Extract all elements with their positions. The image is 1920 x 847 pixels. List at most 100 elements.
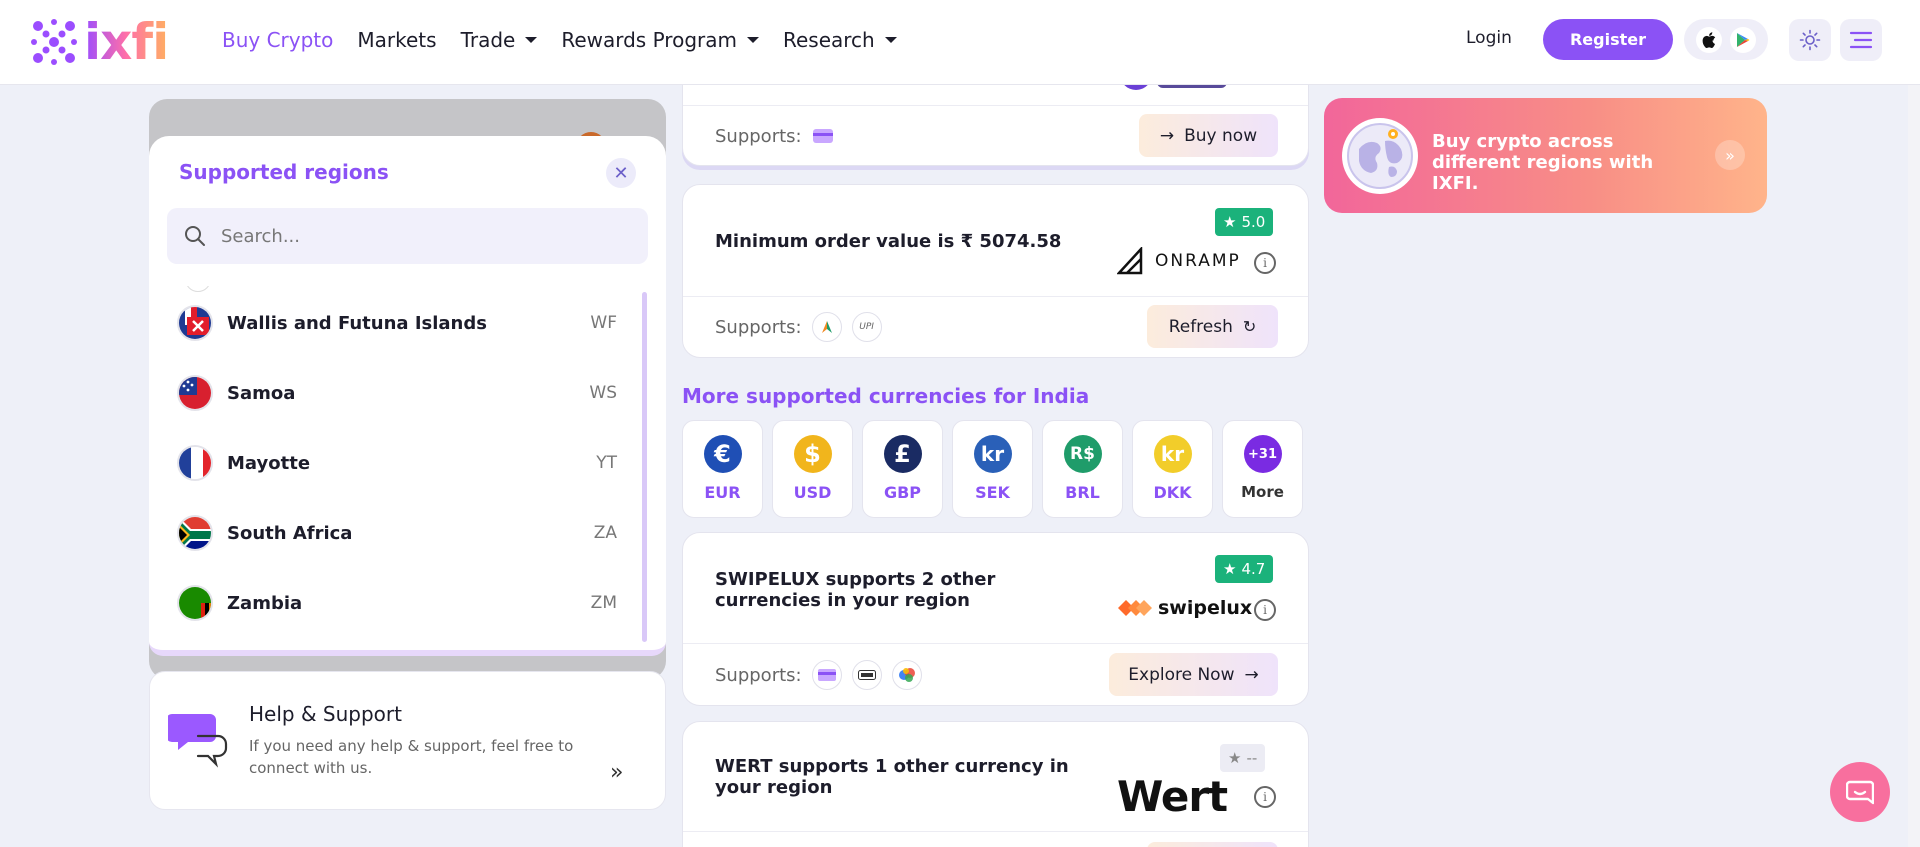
register-button[interactable]: Register — [1543, 19, 1673, 60]
menu-research[interactable]: Research — [783, 28, 897, 52]
upi-icon: UPI — [851, 312, 882, 342]
search-icon — [185, 226, 205, 246]
rating-value: 5.0 — [1241, 213, 1266, 231]
onramp-logo: ONRAMP — [1117, 247, 1241, 275]
flag-wf-icon — [177, 305, 213, 341]
info-icon[interactable]: i — [1254, 599, 1276, 621]
refresh-button[interactable]: Refresh ↻ — [1147, 305, 1278, 348]
region-item-mayotte[interactable]: Mayotte YT — [177, 438, 617, 488]
refresh-label: Refresh — [1168, 316, 1233, 337]
help-title: Help & Support — [249, 702, 402, 726]
currencies-title: More supported currencies for India — [682, 384, 1090, 408]
supports-label: Supports: — [715, 125, 802, 147]
currency-gbp[interactable]: £ GBP — [862, 420, 943, 518]
double-chevron-right-icon[interactable]: » — [610, 760, 623, 785]
menu-trade[interactable]: Trade — [461, 28, 538, 52]
currency-code: BRL — [1065, 483, 1100, 502]
ixfi-logo-icon — [31, 19, 77, 65]
region-code: YT — [596, 453, 617, 473]
swipelux-provider-card: SWIPELUX supports 2 other currencies in … — [682, 532, 1309, 706]
app-download-buttons — [1684, 19, 1768, 60]
regions-scrollbar[interactable] — [642, 292, 647, 642]
buy-now-button[interactable]: → Buy now — [1139, 114, 1278, 157]
currency-eur[interactable]: € EUR — [682, 420, 763, 518]
region-item-samoa[interactable]: Samoa WS — [177, 368, 617, 418]
menu-markets[interactable]: Markets — [357, 28, 436, 52]
currency-usd[interactable]: $ USD — [772, 420, 853, 518]
google-play-icon[interactable] — [1730, 26, 1756, 53]
apple-icon[interactable] — [1696, 26, 1722, 53]
onramp-logo-text: ONRAMP — [1155, 251, 1241, 271]
region-code: WF — [590, 313, 617, 333]
card-divider — [683, 831, 1308, 832]
menu-rewards-program[interactable]: Rewards Program — [561, 28, 759, 52]
supports-label: Supports: — [715, 664, 802, 686]
flag-zm-icon — [177, 585, 213, 621]
min-order-label: Minimum order value is ₹ — [715, 231, 980, 252]
supports-label: Supports: — [715, 316, 802, 338]
ixfi-logo[interactable]: ixfi — [28, 13, 169, 71]
card-divider — [683, 643, 1308, 644]
region-item-south-africa[interactable]: South Africa ZA — [177, 508, 617, 558]
currency-code: SEK — [975, 483, 1010, 502]
currency-more[interactable]: +31 More — [1222, 420, 1303, 518]
onramp-rating-badge: ★ 5.0 — [1215, 208, 1274, 236]
flag-yt-icon — [177, 445, 213, 481]
supports-row: Supports: — [715, 125, 834, 147]
wert-rating-badge: ★ -- — [1220, 744, 1266, 772]
close-regions-button[interactable]: ✕ — [606, 158, 636, 188]
currency-brl[interactable]: R$ BRL — [1042, 420, 1123, 518]
min-order-value: 5074.58 — [979, 231, 1062, 252]
swipelux-logo-text: swipelux — [1158, 597, 1253, 619]
supports-row: Supports: — [715, 660, 922, 690]
menu-label: Trade — [460, 28, 516, 52]
supports-row: Supports: UPI — [715, 312, 882, 342]
currency-code: USD — [793, 483, 832, 502]
explore-now-button[interactable]: Explore Now → — [1109, 653, 1278, 696]
support-chat-button[interactable] — [1830, 762, 1890, 822]
flag-partial — [185, 286, 211, 292]
page-scrollbar[interactable] — [1908, 85, 1920, 847]
more-label: More — [1241, 483, 1284, 501]
buy-crypto-regions-banner[interactable]: Buy crypto across different regions with… — [1324, 98, 1767, 213]
region-item-wallis-futuna[interactable]: Wallis and Futuna Islands WF — [177, 298, 617, 348]
chat-icon — [1846, 780, 1874, 805]
dollar-icon: $ — [793, 435, 832, 473]
menu-label: Rewards Program — [561, 28, 737, 52]
real-icon: R$ — [1063, 435, 1102, 473]
menu-label: Research — [782, 28, 875, 52]
help-support-card[interactable]: Help & Support If you need any help & su… — [149, 671, 666, 810]
region-name: Mayotte — [227, 452, 311, 474]
region-name: Zambia — [227, 592, 303, 614]
info-icon[interactable]: i — [1254, 252, 1276, 274]
regions-list: Wallis and Futuna Islands WF Samoa WS Ma… — [149, 286, 666, 640]
star-icon: ★ — [1223, 213, 1237, 231]
currency-code: GBP — [883, 483, 922, 502]
chevron-down-icon — [746, 37, 759, 43]
buy-now-label: Buy now — [1184, 125, 1258, 146]
double-chevron-right-icon[interactable]: » — [1715, 140, 1745, 170]
region-code: ZM — [590, 593, 617, 613]
login-link[interactable]: Login — [1466, 28, 1512, 48]
region-name: Wallis and Futuna Islands — [227, 312, 487, 334]
region-item-zambia[interactable]: Zambia ZM — [177, 578, 617, 628]
ixfi-logo-text: ixfi — [84, 13, 169, 71]
hamburger-menu-button[interactable] — [1840, 19, 1882, 61]
theme-toggle-button[interactable] — [1789, 19, 1831, 61]
region-search-input[interactable] — [221, 225, 601, 247]
swipelux-rating-badge: ★ 4.7 — [1215, 555, 1274, 583]
wert-action-button-partial[interactable] — [1147, 842, 1278, 847]
arrow-right-icon: → — [1244, 664, 1259, 685]
currency-sek[interactable]: kr SEK — [952, 420, 1033, 518]
region-search-box — [167, 208, 648, 264]
currency-dkk[interactable]: kr DKK — [1132, 420, 1213, 518]
info-icon[interactable]: i — [1254, 786, 1276, 808]
top-navbar: ixfi Buy Crypto Markets Trade Rewards Pr… — [0, 0, 1920, 85]
onramp-min-order: Minimum order value is ₹ 5074.58 — [715, 231, 1061, 252]
euro-icon: € — [703, 435, 742, 473]
krona-icon: kr — [973, 435, 1012, 473]
promo-text: Buy crypto across different regions with… — [1432, 131, 1654, 194]
menu-buy-crypto[interactable]: Buy Crypto — [222, 28, 333, 52]
swipelux-title: SWIPELUX supports 2 other currencies in … — [715, 569, 996, 611]
chevron-down-icon — [525, 37, 538, 43]
